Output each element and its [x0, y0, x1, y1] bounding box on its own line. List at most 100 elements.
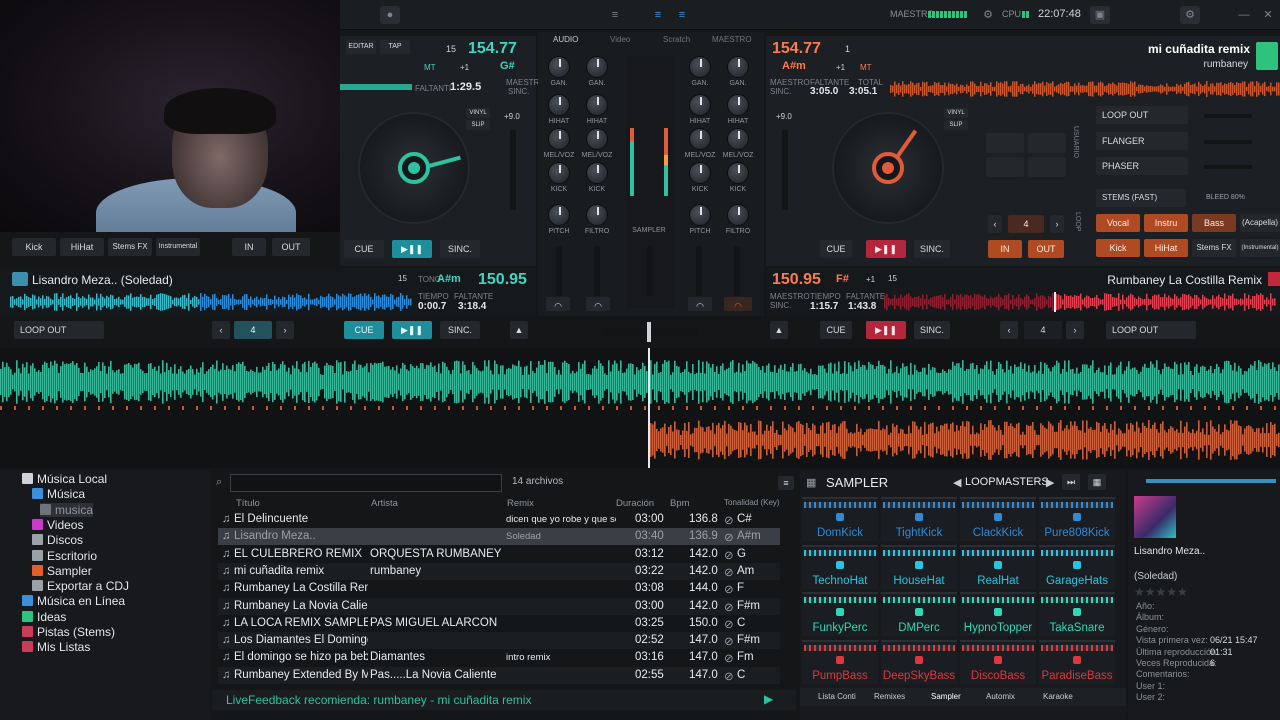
col-key[interactable]: Tonalidad (Key): [724, 498, 780, 507]
right-in-button[interactable]: IN: [988, 240, 1022, 258]
right-pad-instrumental[interactable]: (Instrumental): [1240, 239, 1280, 257]
rhythm-waveform-area[interactable]: [0, 348, 1280, 468]
tree-item-6[interactable]: Sampler: [32, 564, 92, 578]
right-pitch-knob[interactable]: [689, 204, 711, 226]
right-pad-stemsfx[interactable]: Stems FX: [1192, 239, 1236, 257]
sampler-pad[interactable]: RealHat: [960, 544, 1036, 589]
sampler-next-icon[interactable]: ▶: [1046, 476, 1054, 489]
tree-item-2[interactable]: musica: [40, 502, 94, 517]
right-pitch-plus[interactable]: +1: [836, 63, 845, 72]
headphones-icon[interactable]: ⚙: [978, 6, 998, 24]
left-eq-knob-1-0[interactable]: [586, 56, 608, 78]
sampler-pad[interactable]: ClackKick: [960, 497, 1036, 541]
right-slip-button[interactable]: SLIP: [944, 120, 968, 130]
right-loop-prev[interactable]: ‹: [988, 215, 1002, 233]
tree-item-5[interactable]: Escritorio: [32, 549, 97, 563]
right-eq-knob-0-0[interactable]: [689, 56, 711, 78]
left-pad-stemsfx[interactable]: Stems FX: [108, 238, 152, 256]
right-pad-kick[interactable]: Kick: [1096, 239, 1140, 257]
right-fx-slider-2[interactable]: [1204, 140, 1252, 144]
sampler-bank[interactable]: LOOPMASTERS: [965, 476, 1049, 488]
left-aux-headphone-icon[interactable]: ◠: [586, 297, 610, 311]
table-row[interactable]: ♫ Lisandro Meza.. Soledad 03:40 136.9 ⊘ A#m: [218, 528, 780, 546]
sampler-skip-icon[interactable]: ⏭: [1062, 474, 1080, 490]
left-loop-next[interactable]: ›: [276, 321, 294, 339]
info-rating-stars[interactable]: ★★★★★: [1134, 585, 1188, 599]
right-play-button[interactable]: ▶❚❚: [866, 240, 906, 258]
right-cue-button-2[interactable]: CUE: [820, 321, 852, 339]
table-row[interactable]: ♫ mi cuñadita remix rumbaney 03:22 142.0 ⊘ Am: [218, 562, 780, 580]
tab-remixes[interactable]: Remixes: [874, 692, 905, 701]
right-track-waveform[interactable]: [884, 292, 1276, 312]
sampler-prev-icon[interactable]: ◀: [953, 476, 961, 489]
tab-karaoke[interactable]: Karaoke: [1043, 692, 1073, 701]
right-cue-button[interactable]: CUE: [820, 240, 852, 258]
right-stem-vocal[interactable]: Vocal: [1096, 214, 1140, 232]
edit-button[interactable]: EDITAR: [346, 40, 376, 54]
mixer-tab-video[interactable]: Video: [610, 35, 630, 44]
right-fx-1[interactable]: LOOP OUT: [1096, 106, 1188, 124]
table-row[interactable]: ♫ El domingo se hizo pa beber Diamantes int…: [218, 649, 780, 666]
left-headphone-icon[interactable]: ◠: [546, 297, 570, 311]
left-slip-button[interactable]: SLIP: [466, 120, 490, 130]
left-sync-button-2[interactable]: SINC.: [440, 321, 480, 339]
left-channel-fader[interactable]: [556, 246, 562, 296]
right-vinyl-button[interactable]: VINYL: [944, 108, 968, 118]
right-stem-instru[interactable]: Instru: [1144, 214, 1188, 232]
sampler-pad[interactable]: Pure808Kick: [1039, 497, 1115, 541]
left-pitch-slider[interactable]: [510, 130, 516, 210]
right-filter-knob[interactable]: [727, 204, 749, 226]
right-headphone-icon[interactable]: ◠: [724, 297, 752, 311]
left-loop-size[interactable]: 4: [234, 321, 272, 339]
sampler-pad[interactable]: GarageHats: [1039, 544, 1115, 589]
right-eq-knob-1-2[interactable]: [727, 128, 749, 150]
left-loop-prev[interactable]: ‹: [212, 321, 230, 339]
left-pad-kick[interactable]: Kick: [12, 238, 56, 256]
settings-icon[interactable]: ⚙: [1180, 6, 1200, 24]
right-fx-slider-3[interactable]: [1204, 165, 1252, 169]
right-eq-knob-0-3[interactable]: [689, 162, 711, 184]
table-row[interactable]: ♫ EL CULEBRERO REMIX ORQUESTA RUMBANEY 03:1…: [218, 546, 780, 563]
search-icon[interactable]: ⌕: [216, 476, 222, 489]
right-eject-icon[interactable]: ▲: [770, 321, 788, 339]
tree-item-7[interactable]: Exportar a CDJ: [32, 579, 129, 593]
right-jog-wheel[interactable]: [832, 112, 944, 224]
tree-item-10[interactable]: Pistas (Stems): [22, 625, 115, 639]
mixer-tab-scratch[interactable]: Scratch: [663, 35, 690, 44]
right-eq-knob-0-1[interactable]: [689, 94, 711, 116]
table-row[interactable]: ♫ El Delincuente dicen que yo robe y que s…: [218, 511, 780, 528]
tab-lista-conti[interactable]: Lista Conti: [818, 692, 856, 701]
left-in-button[interactable]: IN: [232, 238, 266, 256]
right-grid-pad-1[interactable]: [986, 133, 1024, 153]
tree-item-4[interactable]: Discos: [32, 533, 83, 547]
tab-automix[interactable]: Automix: [986, 692, 1015, 701]
sampler-pad[interactable]: FunkyPerc: [802, 592, 878, 636]
right-loop-size[interactable]: 4: [1008, 215, 1044, 233]
tree-item-1[interactable]: Música: [32, 487, 85, 501]
tap-button[interactable]: TAP: [380, 40, 410, 54]
left-filter-knob[interactable]: [586, 204, 608, 226]
right-out-button[interactable]: OUT: [1028, 240, 1064, 258]
right-fx-slider-1[interactable]: [1204, 114, 1252, 118]
minimize-icon[interactable]: —: [1234, 6, 1254, 24]
list-options-icon[interactable]: ≡: [778, 476, 794, 490]
right-mt[interactable]: MT: [860, 63, 872, 72]
right-aux-headphone-icon[interactable]: ◠: [688, 297, 712, 311]
right-stem-bass[interactable]: Bass: [1192, 214, 1236, 232]
left-pad-instrumental[interactable]: Instrumental: [156, 238, 200, 256]
right-eq-knob-0-2[interactable]: [689, 128, 711, 150]
left-eq-knob-1-1[interactable]: [586, 94, 608, 116]
sampler-pad[interactable]: DMPerc: [881, 592, 957, 636]
close-icon[interactable]: ✕: [1258, 6, 1278, 24]
right-loop-next-2[interactable]: ›: [1066, 321, 1084, 339]
mixer-tab-audio[interactable]: AUDIO: [553, 35, 578, 44]
left-sync-button[interactable]: SINC.: [440, 240, 480, 258]
sampler-pad[interactable]: TightKick: [881, 497, 957, 541]
left-pitch-knob[interactable]: [548, 204, 570, 226]
right-channel-fader[interactable]: [734, 246, 740, 296]
right-stem-acapella[interactable]: (Acapella): [1240, 214, 1280, 232]
list-icon[interactable]: ≡: [648, 6, 668, 24]
left-play-button[interactable]: ▶❚❚: [392, 240, 432, 258]
sampler-grid-icon[interactable]: ▦: [806, 476, 816, 489]
tree-item-9[interactable]: Ideas: [22, 610, 66, 624]
